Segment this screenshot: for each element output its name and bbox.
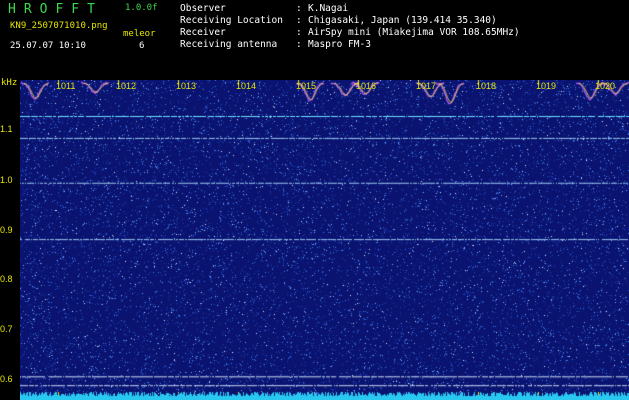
x-tick-label: 1020 [595,81,616,91]
y-tick-label: 1.1 [0,124,13,134]
x-tick-label: 1018 [476,81,497,91]
x-tick-label: 1012 [116,81,137,91]
x-tick-label: 1016 [356,81,377,91]
x-tick-label: 1019 [536,81,557,91]
receiver-separator: : [296,27,302,38]
antenna-separator: : [296,39,302,50]
x-tick-label: 1017 [416,81,437,91]
y-tick-label: 0.9 [0,225,13,235]
x-tick-label: 1011 [56,81,76,91]
header-panel: HROFFT 1.0.0f KN9_2507071010.png meleor … [0,0,629,80]
y-tick-label: 0.8 [0,274,13,284]
app-version: 1.0.0f [125,3,158,13]
y-tick-label: 0.7 [0,324,13,334]
location-value: Chigasaki, Japan (139.414 35.340) [308,15,497,26]
location-separator: : [296,15,302,26]
date-time: 25.07.07 10:10 [10,41,86,51]
y-tick-label: 1.0 [0,175,13,185]
file-name: KN9_2507071010.png [10,21,108,31]
spectrogram-canvas[interactable] [20,80,629,400]
antenna-label: Receiving antenna [180,39,278,50]
observer-value: K.Nagai [308,3,349,14]
x-tick-label: 1015 [296,81,317,91]
mode-label: meleor [123,29,156,39]
x-tick-label: 1013 [176,81,197,91]
y-tick-label: 0.6 [0,374,13,384]
x-tick-label: 1014 [236,81,257,91]
observer-separator: : [296,3,302,14]
frequency-unit-label: kHz [1,78,18,88]
antenna-value: Maspro FM-3 [308,39,371,50]
receiver-label: Receiver [180,27,226,38]
location-label: Receiving Location [180,15,283,26]
receiver-value: AirSpy mini (Miakejima VOR 108.65MHz) [308,27,520,38]
observer-label: Observer [180,3,226,14]
mode-value: 6 [139,41,145,51]
app-name: HROFFT [8,2,103,17]
